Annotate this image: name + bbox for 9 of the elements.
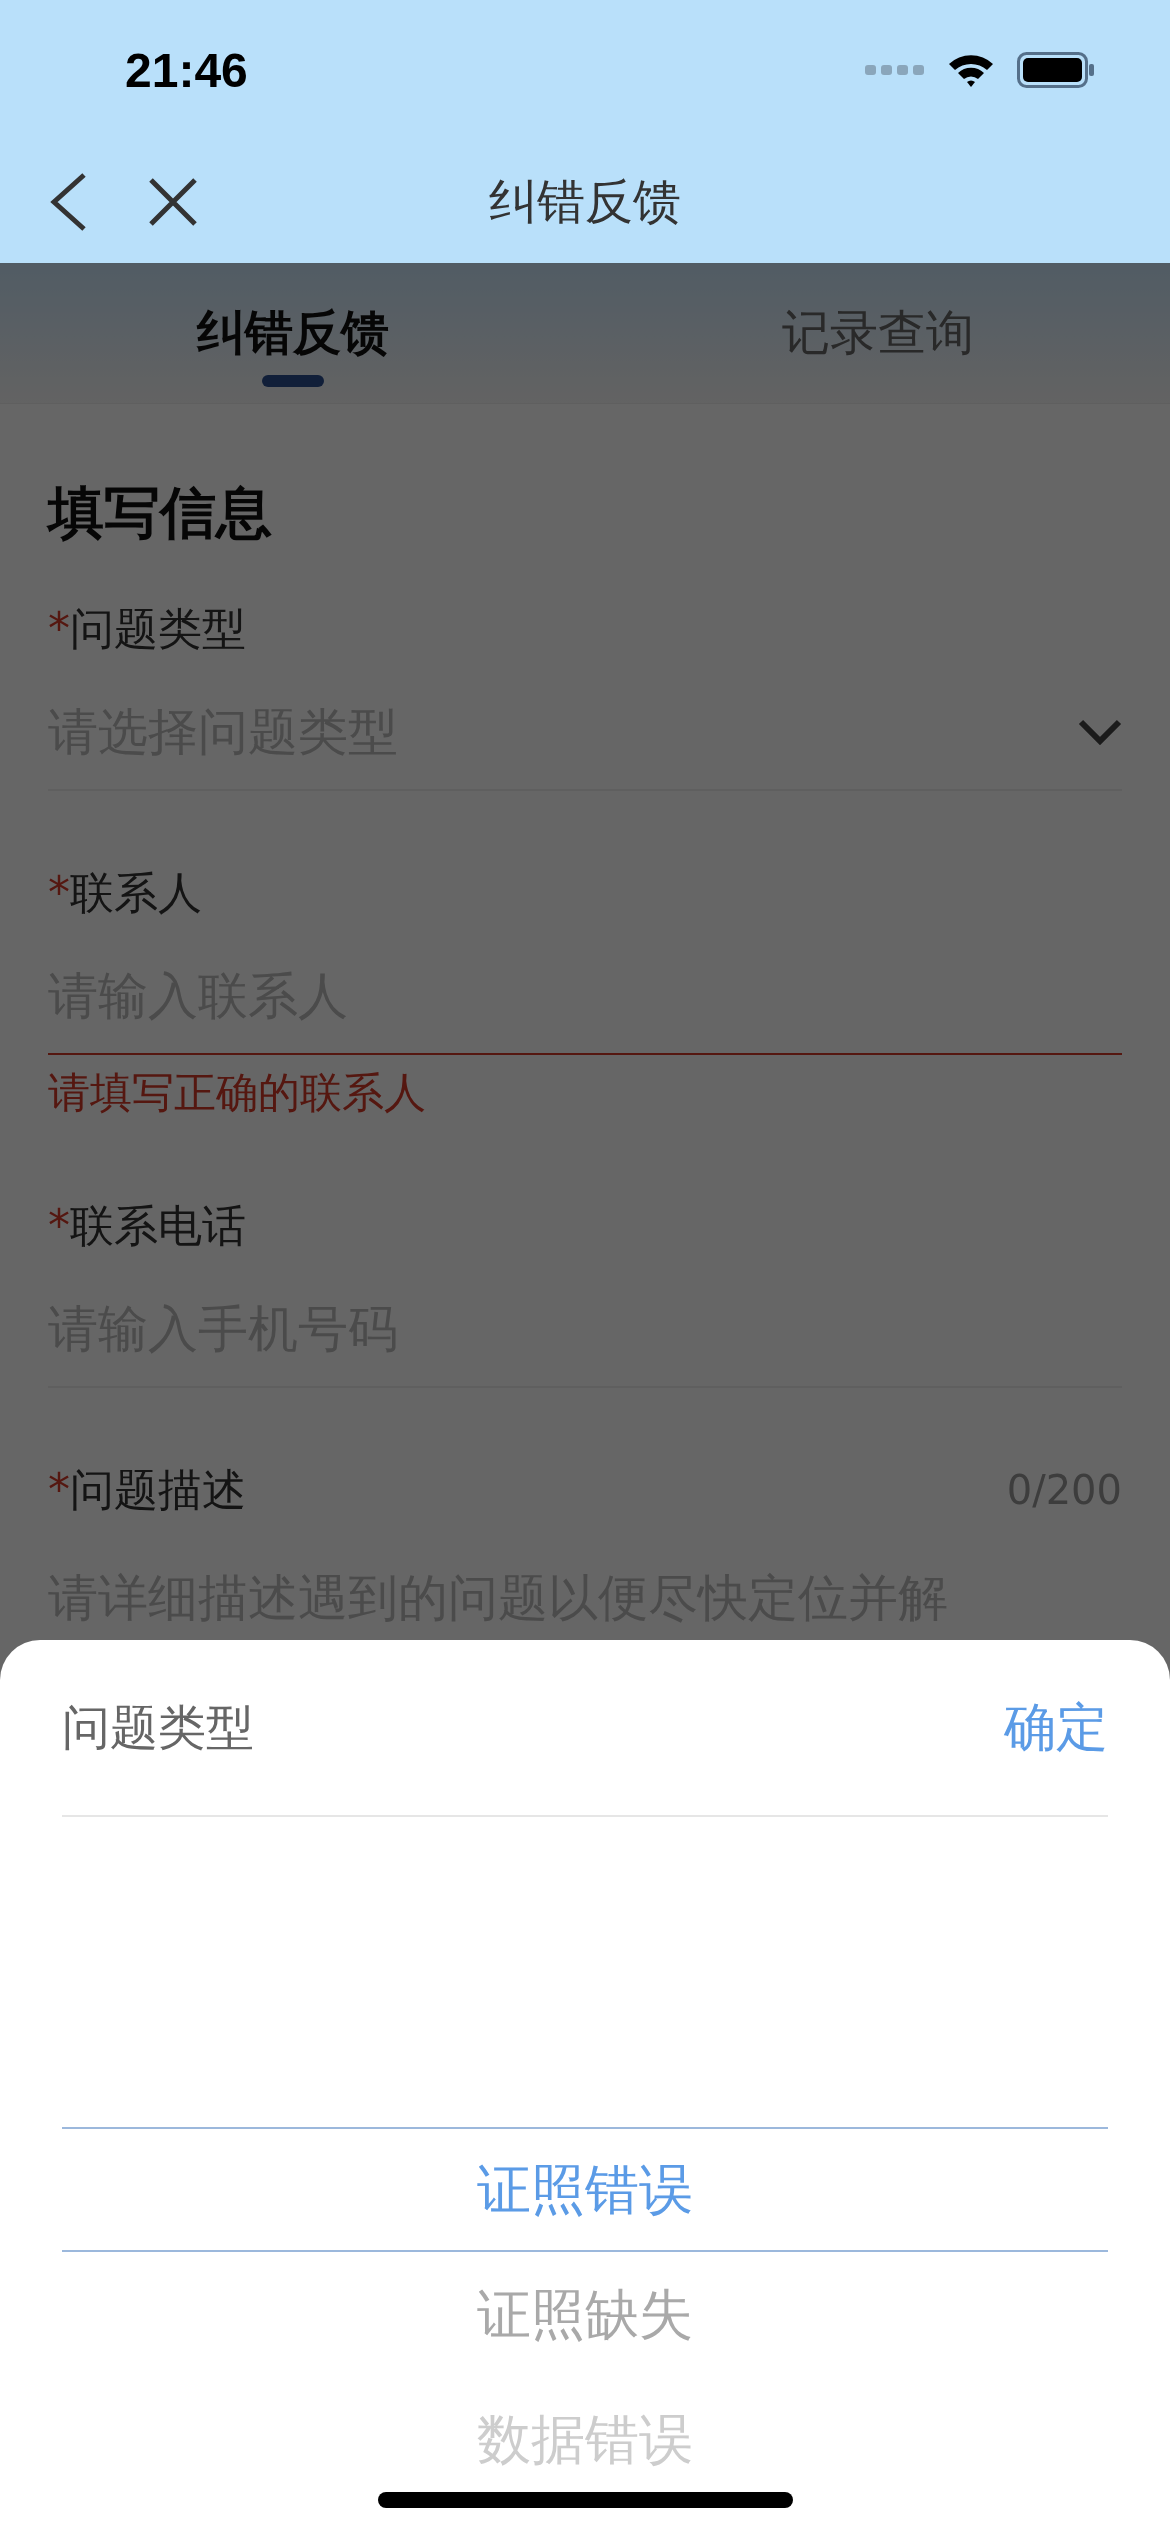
- section-title: 填写信息: [48, 479, 273, 547]
- page-title: 纠错反馈: [489, 171, 681, 231]
- status-time: 21:46: [125, 42, 248, 98]
- field-label: *联系人: [48, 865, 202, 920]
- sheet-title: 问题类型: [62, 1697, 254, 1757]
- field-label: *联系电话: [48, 1198, 246, 1253]
- error-message: 请填写正确的联系人: [48, 1067, 427, 1119]
- field-label: *问题描述: [48, 1462, 246, 1517]
- field-label: *问题类型: [48, 601, 246, 656]
